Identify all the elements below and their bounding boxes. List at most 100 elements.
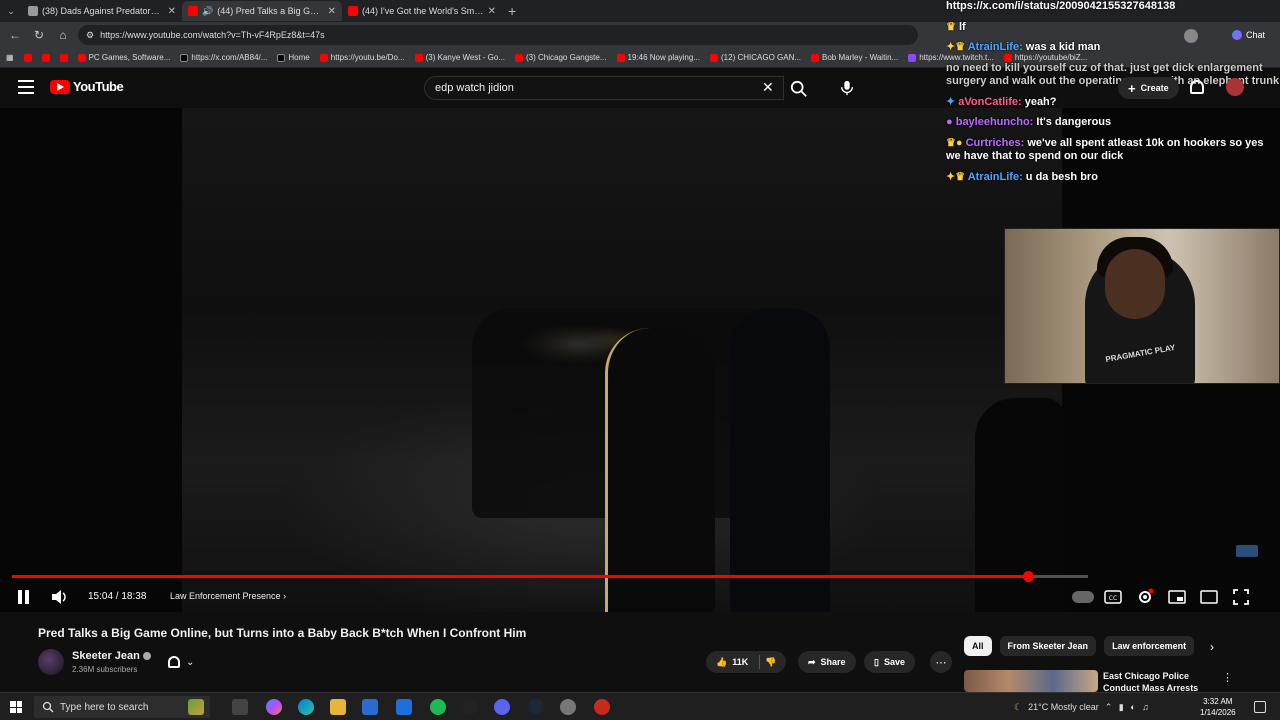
new-tab-icon[interactable]: + bbox=[502, 3, 522, 19]
bookmark-item[interactable]: (3) Kanye West - Go... bbox=[414, 53, 505, 62]
progress-scrubber[interactable] bbox=[1022, 571, 1034, 582]
steam-icon[interactable] bbox=[528, 699, 544, 715]
share-button[interactable]: ➦ Share bbox=[798, 651, 856, 673]
weather-icon: ☾ bbox=[1014, 701, 1023, 712]
volume-icon[interactable] bbox=[50, 589, 68, 605]
chip-from-channel[interactable]: From Skeeter Jean bbox=[999, 636, 1097, 656]
url-text: https://www.youtube.com/watch?v=Th-vF4Rp… bbox=[100, 30, 325, 40]
bookmark-item[interactable]: (3) Chicago Gangste... bbox=[515, 53, 607, 62]
reload-icon[interactable]: ↻ bbox=[30, 28, 48, 42]
settings-gear-icon[interactable] bbox=[1136, 588, 1154, 606]
browser-tab-active[interactable]: 🔊 (44) Pred Talks a Big Game O ✕ bbox=[182, 1, 342, 21]
youtube-favicon-icon bbox=[414, 53, 423, 62]
search-icon bbox=[42, 701, 54, 713]
autoplay-toggle[interactable] bbox=[1072, 591, 1094, 603]
chat-button[interactable]: Chat bbox=[1232, 30, 1265, 40]
search-input[interactable]: edp watch jidion bbox=[424, 76, 784, 100]
tab-search-icon[interactable]: ⌄ bbox=[0, 0, 22, 22]
more-actions-icon[interactable]: ⋯ bbox=[930, 651, 952, 673]
menu-icon[interactable] bbox=[18, 80, 34, 94]
thumbs-down-icon[interactable]: 👎 bbox=[765, 657, 776, 668]
home-icon[interactable]: ⌂ bbox=[54, 28, 72, 42]
bookmark-apps-icon[interactable]: ▦ bbox=[6, 53, 14, 62]
clear-search-icon[interactable]: ✕ bbox=[762, 79, 774, 96]
taskbar-clock[interactable]: 3:32 AM 1/14/2026 bbox=[1200, 696, 1236, 718]
tab-audio-icon[interactable]: 🔊 bbox=[202, 6, 213, 17]
create-button[interactable]: + Create bbox=[1118, 77, 1179, 99]
bookmark-item[interactable] bbox=[23, 53, 32, 62]
channel-watermark[interactable] bbox=[1236, 545, 1258, 557]
account-avatar[interactable] bbox=[1226, 78, 1244, 96]
spotify-icon[interactable] bbox=[430, 699, 446, 715]
like-button[interactable]: 👍 11K 👎 bbox=[706, 651, 787, 673]
bookmark-item[interactable] bbox=[41, 53, 50, 62]
save-button[interactable]: ▯ Save bbox=[864, 651, 915, 673]
app-icon[interactable] bbox=[462, 699, 478, 715]
subscribed-bell-button[interactable]: ⌄ bbox=[168, 652, 208, 672]
bookmark-item[interactable]: https://youtu.be/Do... bbox=[319, 53, 405, 62]
twitch-favicon-icon bbox=[908, 53, 917, 62]
profile-avatar-icon[interactable] bbox=[1184, 29, 1198, 43]
cast-icon[interactable] bbox=[1200, 588, 1218, 606]
recommended-thumbnail[interactable] bbox=[964, 670, 1098, 692]
bookmark-item[interactable]: https://x.com/AB84/... bbox=[180, 53, 267, 62]
taskbar-search-input[interactable]: Type here to search bbox=[34, 696, 210, 718]
thumbs-up-icon: 👍 bbox=[716, 656, 728, 667]
search-icon[interactable] bbox=[790, 80, 808, 98]
store-icon[interactable] bbox=[362, 699, 378, 715]
notifications-bell-icon[interactable] bbox=[1190, 80, 1204, 94]
progress-bar[interactable] bbox=[12, 571, 1088, 582]
bookmark-label: Home bbox=[288, 53, 310, 62]
bookmark-item[interactable]: Home bbox=[277, 53, 310, 62]
copilot-taskbar-icon[interactable] bbox=[266, 699, 282, 715]
bookmark-label: 19:46 Now playing... bbox=[627, 53, 701, 62]
fullscreen-icon[interactable] bbox=[1232, 588, 1250, 606]
tab-close-icon[interactable]: ✕ bbox=[488, 6, 496, 17]
tab-close-icon[interactable]: ✕ bbox=[328, 6, 336, 17]
chapter-button[interactable]: Law Enforcement Presence › bbox=[170, 591, 286, 601]
channel-name[interactable]: Skeeter Jean bbox=[72, 650, 151, 662]
discord-icon[interactable] bbox=[494, 699, 510, 715]
chip-law-enforcement[interactable]: Law enforcement bbox=[1104, 636, 1195, 656]
tray-icons[interactable]: ⌃ ▮ ◐ ♫ bbox=[1105, 702, 1151, 713]
browser-tab[interactable]: (44) I've Got the World's Smallest ✕ bbox=[342, 1, 502, 21]
subscriber-count: 2.36M subscribers bbox=[72, 665, 138, 674]
video-title: Pred Talks a Big Game Online, but Turns … bbox=[38, 626, 527, 640]
mail-icon[interactable] bbox=[396, 699, 412, 715]
chip-all[interactable]: All bbox=[964, 636, 992, 656]
like-count: 11K bbox=[732, 657, 749, 667]
widget-icon[interactable] bbox=[188, 699, 204, 715]
url-input[interactable]: ⚙ https://www.youtube.com/watch?v=Th-vF4… bbox=[78, 25, 918, 45]
recommended-title[interactable]: East Chicago Police Conduct Mass Arrests bbox=[1103, 670, 1213, 692]
bookmark-item[interactable]: PC Games, Software... bbox=[77, 53, 170, 62]
tab-title: (44) Pred Talks a Big Game O bbox=[217, 6, 323, 16]
task-view-icon[interactable] bbox=[232, 699, 248, 715]
windows-start-icon[interactable] bbox=[10, 701, 22, 713]
bookmark-label: https://youtu.be/Do... bbox=[330, 53, 405, 62]
bookmark-item[interactable]: (12) CHICAGO GAN... bbox=[710, 53, 801, 62]
file-explorer-icon[interactable] bbox=[330, 699, 346, 715]
app-icon-2[interactable] bbox=[560, 699, 576, 715]
weather-text[interactable]: 21°C Mostly clear bbox=[1028, 702, 1099, 712]
browser-tab[interactable]: (38) Dads Against Predators Con ✕ bbox=[22, 1, 182, 21]
notification-icon[interactable] bbox=[1254, 701, 1266, 713]
chrome-icon[interactable] bbox=[594, 699, 610, 715]
captions-icon[interactable]: CC bbox=[1104, 588, 1122, 606]
tab-close-icon[interactable]: ✕ bbox=[168, 6, 176, 17]
bookmark-item[interactable]: Bob Marley - Waitin... bbox=[811, 53, 898, 62]
bookmark-item[interactable] bbox=[59, 53, 68, 62]
bookmark-item[interactable]: 19:46 Now playing... bbox=[616, 53, 701, 62]
verified-icon bbox=[142, 652, 151, 661]
pause-icon[interactable] bbox=[18, 590, 30, 604]
miniplayer-icon[interactable] bbox=[1168, 588, 1186, 606]
edge-browser-icon[interactable] bbox=[298, 699, 314, 715]
site-info-icon[interactable]: ⚙ bbox=[86, 30, 94, 41]
youtube-logo[interactable]: YouTube bbox=[50, 79, 124, 94]
chevron-right-icon[interactable]: › bbox=[1210, 640, 1214, 654]
channel-avatar[interactable] bbox=[38, 649, 64, 675]
microphone-icon[interactable] bbox=[840, 80, 854, 96]
back-arrow-icon[interactable]: ← bbox=[6, 28, 24, 42]
plus-icon: + bbox=[1128, 80, 1136, 96]
youtube-logo-text: YouTube bbox=[73, 79, 124, 94]
recommended-more-icon[interactable]: ⋮ bbox=[1222, 671, 1233, 684]
